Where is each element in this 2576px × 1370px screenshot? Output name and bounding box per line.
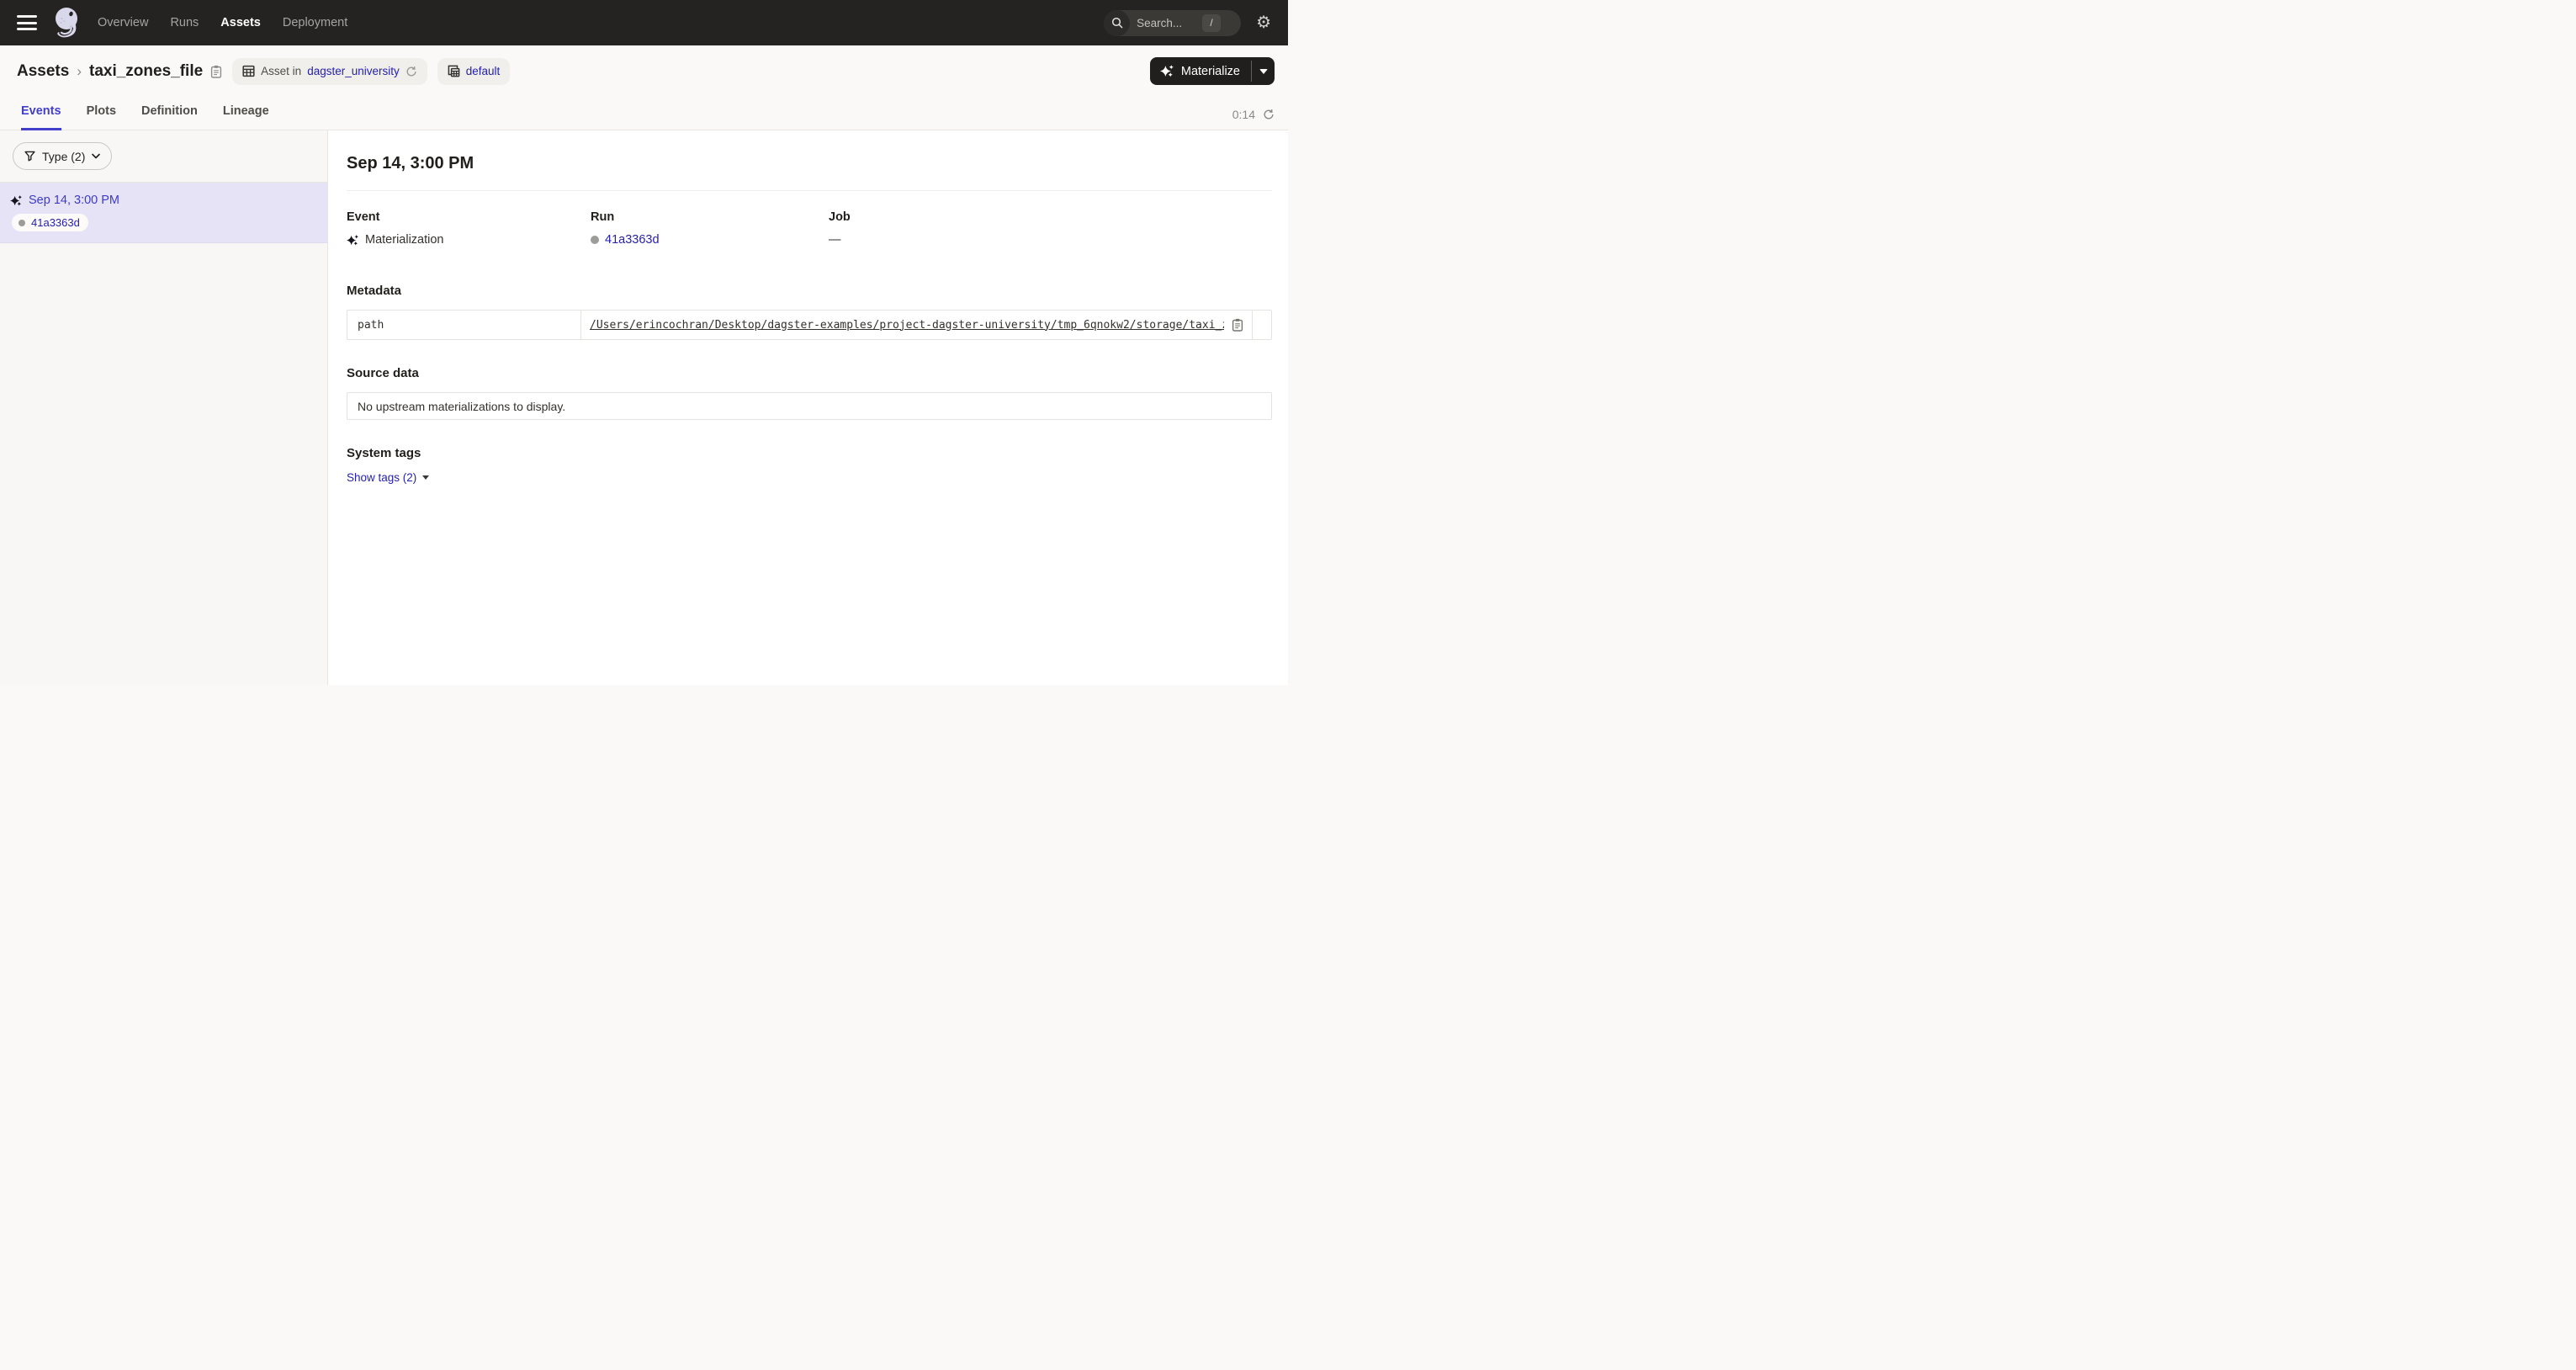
breadcrumb-separator: › (77, 63, 82, 80)
run-status-dot (591, 236, 599, 244)
run-badge[interactable]: 41a3363d (12, 214, 88, 231)
event-list-item-selected[interactable]: Sep 14, 3:00 PM 41a3363d (0, 183, 327, 243)
copy-asset-name-icon[interactable] (210, 65, 222, 78)
job-empty-value: — (829, 233, 841, 247)
tab-definition[interactable]: Definition (141, 104, 198, 130)
metadata-table: path /Users/erincochran/Desktop/dagster-… (347, 310, 1272, 340)
nav-item-deployment[interactable]: Deployment (283, 16, 347, 29)
filter-funnel-icon (24, 151, 35, 162)
event-detail-panel: Sep 14, 3:00 PM Event Materialization Ru… (328, 130, 1288, 685)
run-id-link[interactable]: 41a3363d (31, 216, 80, 229)
system-tags-heading: System tags (347, 446, 1272, 460)
materialize-label: Materialize (1181, 65, 1240, 78)
dagster-app: Overview Runs Assets Deployment / ⚙ Asse… (0, 0, 1288, 685)
type-filter-button[interactable]: Type (2) (13, 142, 112, 170)
metadata-trailing-cell (1253, 311, 1271, 339)
materialize-options-button[interactable] (1252, 57, 1275, 85)
search-icon (1104, 10, 1130, 36)
metadata-section: Metadata path /Users/erincochran/Desktop… (347, 284, 1272, 340)
nav-item-overview[interactable]: Overview (98, 16, 148, 29)
materialize-button[interactable]: Materialize (1150, 57, 1251, 85)
dagster-logo-icon[interactable] (50, 4, 82, 41)
settings-gear-icon[interactable]: ⚙ (1256, 14, 1271, 31)
tab-events[interactable]: Events (21, 104, 61, 130)
asset-group-icon (448, 65, 460, 77)
asset-name-title: taxi_zones_file (89, 62, 203, 81)
search-shortcut-badge: / (1202, 14, 1221, 32)
run-status-dot (19, 220, 25, 226)
source-data-empty-box: No upstream materializations to display. (347, 392, 1272, 420)
caret-down-icon (422, 475, 429, 480)
metadata-value-cell: /Users/erincochran/Desktop/dagster-examp… (581, 311, 1253, 339)
breadcrumb-assets-link[interactable]: Assets (17, 62, 69, 81)
asset-tabs: Events Plots Definition Lineage 0:14 (0, 97, 1288, 130)
breadcrumb: Assets › taxi_zones_file (17, 62, 222, 81)
chevron-down-icon (92, 153, 100, 159)
group-link[interactable]: default (466, 65, 501, 77)
show-tags-toggle[interactable]: Show tags (2) (347, 471, 1272, 484)
hamburger-menu-icon[interactable] (17, 15, 37, 30)
event-timestamp-link[interactable]: Sep 14, 3:00 PM (29, 194, 119, 207)
asset-header-row: Assets › taxi_zones_file Asset in dagste… (0, 45, 1288, 97)
nav-item-runs[interactable]: Runs (170, 16, 199, 29)
events-sidebar: Type (2) Sep 14, 3:00 PM 41a3363d (0, 130, 328, 685)
global-search[interactable]: / (1104, 10, 1241, 36)
event-type-value: Materialization (365, 233, 444, 247)
show-tags-link[interactable]: Show tags (2) (347, 471, 416, 484)
job-column-label: Job (829, 210, 851, 224)
chevron-down-icon (1259, 69, 1268, 74)
event-heading: Sep 14, 3:00 PM (347, 154, 1272, 173)
repo-link[interactable]: dagster_university (307, 65, 400, 77)
source-data-empty-message: No upstream materializations to display. (358, 400, 565, 413)
materialization-sparkle-icon (10, 194, 23, 207)
search-input[interactable] (1130, 17, 1202, 29)
metadata-path-link[interactable]: /Users/erincochran/Desktop/dagster-examp… (590, 319, 1224, 332)
system-tags-section: System tags Show tags (2) (347, 446, 1272, 484)
refresh-countdown: 0:14 (1232, 108, 1255, 121)
tab-plots[interactable]: Plots (87, 104, 116, 130)
tab-lineage[interactable]: Lineage (223, 104, 269, 130)
asset-group-badge: default (437, 58, 511, 85)
materialization-sparkle-icon (1160, 64, 1174, 78)
table-grid-icon (242, 65, 255, 77)
asset-in-label: Asset in (261, 65, 301, 77)
nav-items: Overview Runs Assets Deployment (98, 16, 347, 29)
nav-item-assets[interactable]: Assets (220, 16, 261, 29)
copy-path-icon[interactable] (1232, 318, 1243, 332)
metadata-heading: Metadata (347, 284, 1272, 298)
metadata-key-cell: path (347, 311, 581, 339)
event-summary-columns: Event Materialization Run 41a3363d (347, 210, 1272, 247)
top-nav: Overview Runs Assets Deployment / ⚙ (0, 0, 1288, 45)
materialization-sparkle-icon (347, 234, 359, 247)
refresh-icon[interactable] (1263, 109, 1275, 120)
run-column-label: Run (591, 210, 829, 224)
source-data-heading: Source data (347, 366, 1272, 380)
event-column-label: Event (347, 210, 591, 224)
filter-area: Type (2) (0, 130, 327, 183)
materialize-split-button: Materialize (1150, 57, 1275, 85)
asset-repo-badge: Asset in dagster_university (232, 58, 427, 85)
reload-repo-icon[interactable] (405, 66, 417, 77)
run-id-link[interactable]: 41a3363d (605, 233, 660, 247)
type-filter-label: Type (2) (42, 150, 85, 163)
source-data-section: Source data No upstream materializations… (347, 366, 1272, 420)
